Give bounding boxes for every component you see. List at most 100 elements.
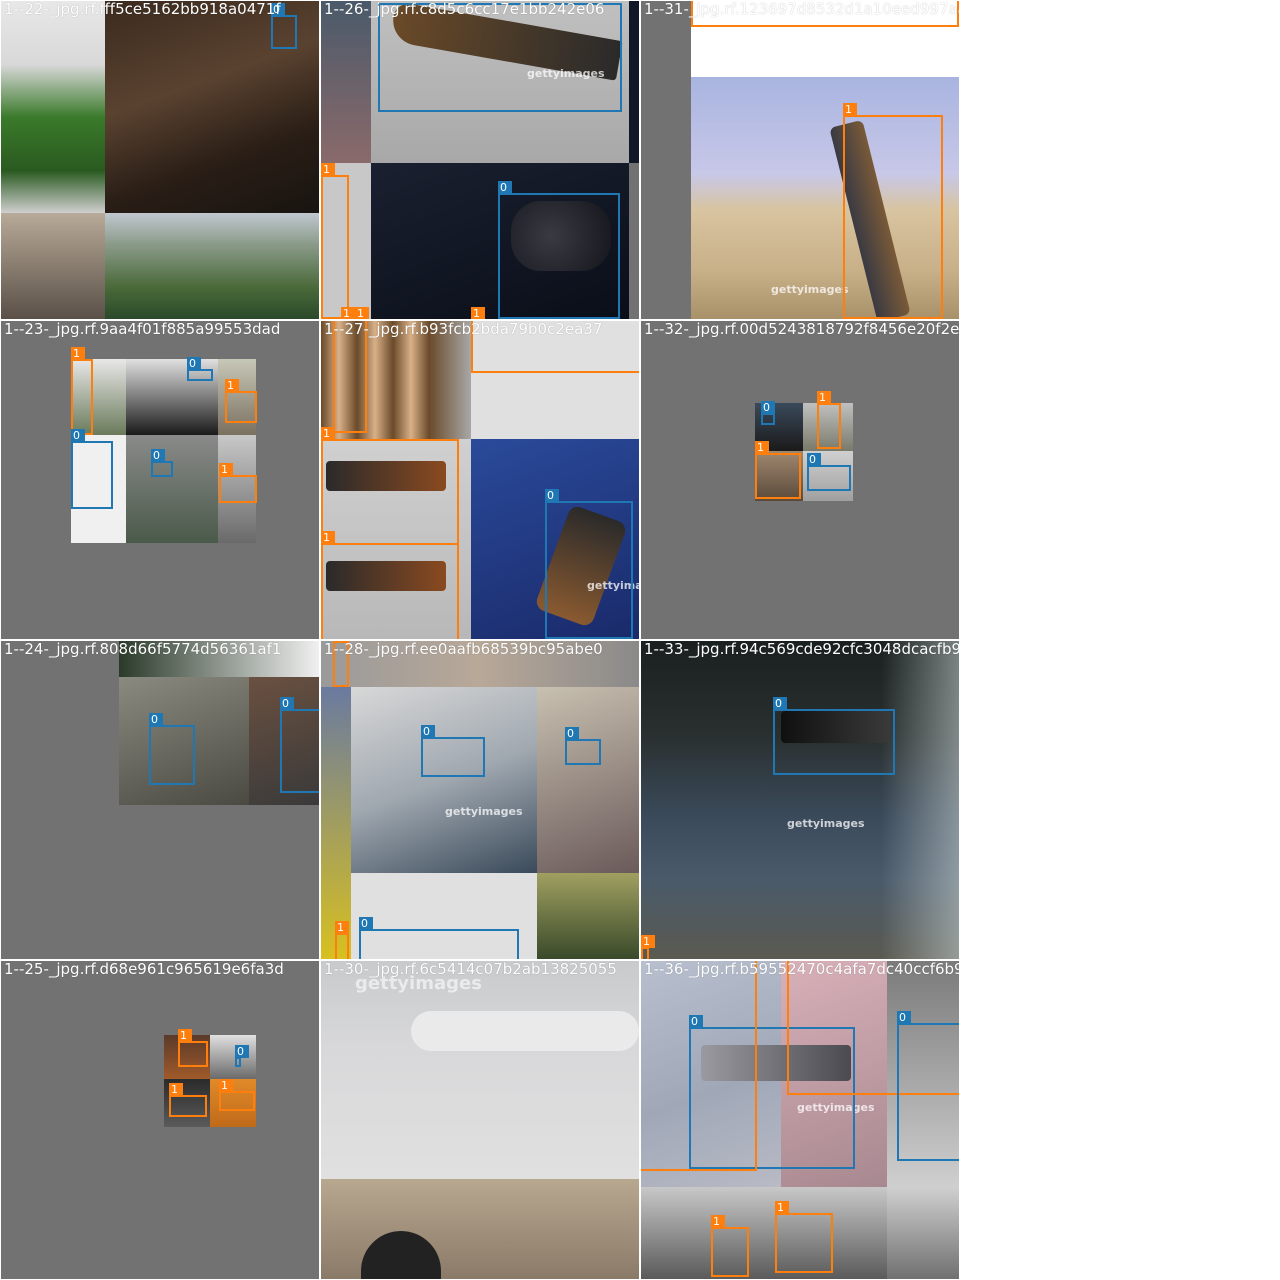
class-label: 0 [71, 429, 85, 442]
class-label: 1 [178, 1029, 192, 1042]
bounding-box: 1 [817, 391, 841, 449]
bounding-box: 1 [219, 1079, 255, 1111]
class-label: 1 [641, 935, 655, 948]
bounding-box: 0 [187, 357, 213, 381]
class-label: 1 [843, 103, 857, 116]
bounding-box: 1 [225, 379, 257, 423]
photo-region [537, 687, 639, 873]
mosaic-cell: 0 1--22-_jpg.rf.fff5ce5162bb918a0471f [1, 1, 319, 319]
cell-title: 1--23-_jpg.rf.9aa4f01f885a99553dad [4, 321, 281, 338]
class-label: 0 [807, 453, 821, 466]
bounding-box: 1 [775, 1201, 833, 1273]
bounding-box: 1 [335, 921, 349, 959]
class-label: 1 [321, 427, 335, 440]
class-label: 0 [773, 697, 787, 710]
watermark: gettyimages [787, 817, 865, 830]
mosaic-cell: 1 0 0 0 1 gettyimages 1--28-_jpg.rf.ee0a… [321, 641, 639, 959]
class-label: 0 [151, 449, 165, 462]
bounding-box: 0 [773, 697, 895, 775]
photo-region [321, 1, 371, 163]
bounding-box: 0 [359, 917, 519, 959]
watermark: gettyimages [445, 805, 523, 818]
class-label: 1 [355, 307, 369, 319]
photo-region [321, 687, 351, 959]
class-label: 1 [471, 307, 485, 319]
mosaic-cell: 0 1 1 0 1--32-_jpg.rf.00d5243818792f8456… [641, 321, 959, 639]
cell-title: 1--31-_jpg.rf.123697d8532d1a10eed997aa93 [644, 1, 959, 18]
photo-region [1, 1, 105, 213]
bounding-box: 1 [169, 1083, 207, 1117]
mosaic-cell: 1 1 0 gettyimages 1--27-_jpg.rf.b93fcb2b… [321, 321, 639, 639]
cell-title: 1--32-_jpg.rf.00d5243818792f8456e20f2ef7 [644, 321, 959, 338]
class-label: 1 [225, 379, 239, 392]
cell-title: 1--33-_jpg.rf.94c569cde92cfc3048dcacfb9c [644, 641, 959, 658]
bounding-box: 1 [641, 935, 655, 959]
bounding-box: 0 [71, 429, 113, 509]
class-label: 0 [545, 489, 559, 502]
cell-title: 1--25-_jpg.rf.d68e961c965619e6fa3d [4, 961, 284, 978]
cell-title: 1--30-_jpg.rf.6c5414c07b2ab13825055 [324, 961, 617, 978]
bounding-box: 0 [421, 725, 485, 777]
mosaic-cell: 0 1 0 1 1 gettyimages 1--36-_jpg.rf.b595… [641, 961, 959, 1279]
class-label: 0 [359, 917, 373, 930]
cell-title: 1--27-_jpg.rf.b93fcb2bda79b0c2ea37 [324, 321, 603, 338]
class-label: 1 [71, 347, 85, 360]
class-label: 1 [711, 1215, 725, 1228]
bounding-box: 1 [321, 531, 459, 639]
class-label: 1 [335, 921, 349, 934]
bounding-box: 0 [151, 449, 173, 477]
mosaic-cell: 0 1 gettyimages 1--33-_jpg.rf.94c569cde9… [641, 641, 959, 959]
cell-title: 1--22-_jpg.rf.fff5ce5162bb918a0471f [4, 1, 281, 18]
class-label: 1 [321, 163, 335, 176]
class-label: 0 [565, 727, 579, 740]
bounding-box: 1 [321, 163, 349, 319]
cell-title: 1--24-_jpg.rf.808d66f5774d56361af1 [4, 641, 282, 658]
bounding-box: 1 [178, 1029, 208, 1067]
bounding-box: 0 [545, 489, 633, 639]
class-label: 1 [775, 1201, 789, 1214]
mosaic-cell: 0 1 1 1 1 gettyimages 1--26-_jpg.rf.c8d5… [321, 1, 639, 319]
bounding-box: 0 [235, 1045, 249, 1067]
cell-title: 1--36-_jpg.rf.b59552470c4afa7dc40ccf6b99 [644, 961, 959, 978]
photo-region [537, 873, 639, 959]
mosaic-cell: 0 0 1--24-_jpg.rf.808d66f5774d56361af1 [1, 641, 319, 959]
bounding-box: 0 [149, 713, 195, 785]
class-label: 0 [897, 1011, 911, 1024]
mosaic-cell: 1 gettyimages 1--31-_jpg.rf.123697d8532d… [641, 1, 959, 319]
class-label: 1 [169, 1083, 183, 1096]
bounding-box: 0 [761, 401, 775, 425]
mosaic-cell: gettyimages 1--30-_jpg.rf.6c5414c07b2ab1… [321, 961, 639, 1279]
class-label: 0 [761, 401, 775, 414]
bounding-box: 0 [271, 3, 297, 49]
class-label: 0 [235, 1045, 249, 1058]
photo-region [1, 213, 105, 319]
bounding-box: 0 [280, 697, 319, 793]
photo-region [351, 687, 537, 873]
bounding-box: 1 [755, 441, 801, 499]
bounding-box [378, 3, 622, 112]
arm-shape [411, 1011, 639, 1051]
bounding-box: 1 [711, 1215, 749, 1277]
bounding-box [641, 961, 757, 1171]
cell-title: 1--26-_jpg.rf.c8d5c6cc17e1bb242e06 [324, 1, 605, 18]
bounding-box: 1 [71, 347, 93, 435]
class-label: 1 [817, 391, 831, 404]
photo-region [881, 641, 959, 959]
bounding-box: 0 [498, 181, 620, 319]
bounding-box: 1 [321, 427, 459, 545]
class-label: 1 [321, 531, 335, 544]
class-label: 1 [219, 1079, 233, 1092]
cell-title: 1--28-_jpg.rf.ee0aafb68539bc95abe0 [324, 641, 603, 658]
mosaic-cell: 1 0 1 0 0 1 1--23-_jpg.rf.9aa4f01f885a99… [1, 321, 319, 639]
watermark: gettyimages [771, 283, 849, 296]
image-mosaic: 0 1--22-_jpg.rf.fff5ce5162bb918a0471f 0 … [0, 0, 960, 1280]
photo-region [641, 1187, 887, 1279]
bounding-box: 1 [843, 103, 943, 319]
bounding-box: 1 [219, 463, 257, 503]
class-label: 0 [149, 713, 163, 726]
photo-region [629, 1, 639, 163]
photo-region [210, 1035, 256, 1079]
class-label: 1 [755, 441, 769, 454]
class-label: 1 [219, 463, 233, 476]
mosaic-cell: 1 0 1 1 1--25-_jpg.rf.d68e961c965619e6fa… [1, 961, 319, 1279]
